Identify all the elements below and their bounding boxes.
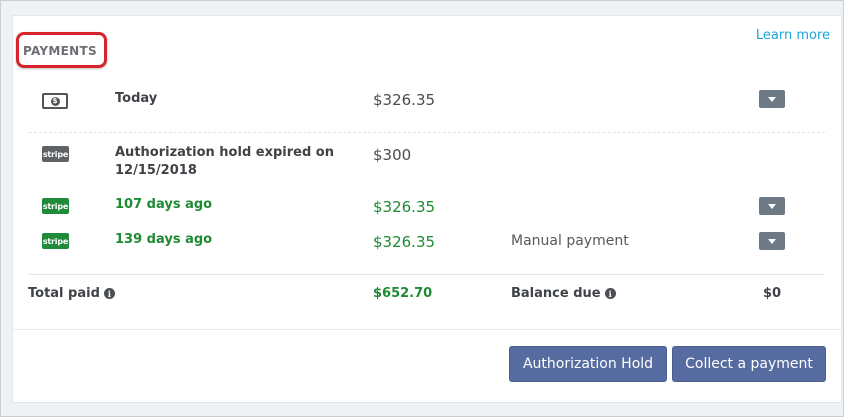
dollar-icon: $ bbox=[50, 96, 60, 106]
payment-amount: $300 bbox=[373, 146, 412, 164]
payment-row: $ Today $326.35 bbox=[13, 88, 841, 118]
authorization-hold-button[interactable]: Authorization Hold bbox=[509, 346, 667, 382]
payment-row: stripe Authorization hold expired on 12/… bbox=[13, 144, 841, 184]
stripe-icon: stripe bbox=[42, 233, 69, 249]
learn-more-link[interactable]: Learn more bbox=[756, 28, 830, 43]
payment-date: 107 days ago bbox=[115, 197, 213, 212]
info-icon[interactable]: i bbox=[604, 288, 616, 299]
balance-due-value: $0 bbox=[763, 286, 782, 301]
payment-actions-dropdown[interactable] bbox=[759, 197, 785, 215]
payment-row: stripe 139 days ago $326.35 Manual payme… bbox=[13, 231, 841, 255]
stripe-icon: stripe bbox=[42, 146, 69, 162]
actions-divider bbox=[13, 329, 841, 330]
row-divider bbox=[29, 132, 825, 133]
payment-amount: $326.35 bbox=[373, 233, 436, 251]
section-title: PAYMENTS bbox=[23, 44, 97, 58]
payments-panel: PAYMENTS Learn more $ Today $326.35 stri… bbox=[12, 15, 842, 403]
payment-row: stripe 107 days ago $326.35 bbox=[13, 196, 841, 220]
payment-amount: $326.35 bbox=[373, 91, 436, 109]
balance-due-label: Balance due bbox=[511, 286, 601, 301]
payment-note: Manual payment bbox=[511, 233, 629, 249]
total-paid-label: Total paid bbox=[28, 286, 100, 301]
cash-icon: $ bbox=[42, 93, 68, 109]
payment-date: Today bbox=[115, 91, 158, 106]
total-paid: Total paid i bbox=[28, 286, 115, 301]
caret-down-icon bbox=[768, 96, 776, 102]
payment-amount: $326.35 bbox=[373, 198, 436, 216]
stripe-icon: stripe bbox=[42, 198, 69, 214]
payment-actions-dropdown[interactable] bbox=[759, 90, 785, 108]
balance-due: Balance due i bbox=[511, 286, 616, 301]
payment-date: 139 days ago bbox=[115, 232, 213, 247]
total-paid-value: $652.70 bbox=[373, 286, 433, 301]
payment-actions-dropdown[interactable] bbox=[759, 232, 785, 250]
caret-down-icon bbox=[768, 238, 776, 244]
info-icon[interactable]: i bbox=[103, 288, 115, 299]
payment-status: Authorization hold expired on 12/15/2018 bbox=[115, 145, 334, 178]
totals-divider bbox=[29, 274, 825, 275]
totals-row: Total paid i $652.70 Balance due i $0 bbox=[13, 286, 841, 308]
collect-payment-button[interactable]: Collect a payment bbox=[672, 346, 826, 382]
payments-header: PAYMENTS Learn more bbox=[13, 16, 841, 71]
caret-down-icon bbox=[768, 203, 776, 209]
